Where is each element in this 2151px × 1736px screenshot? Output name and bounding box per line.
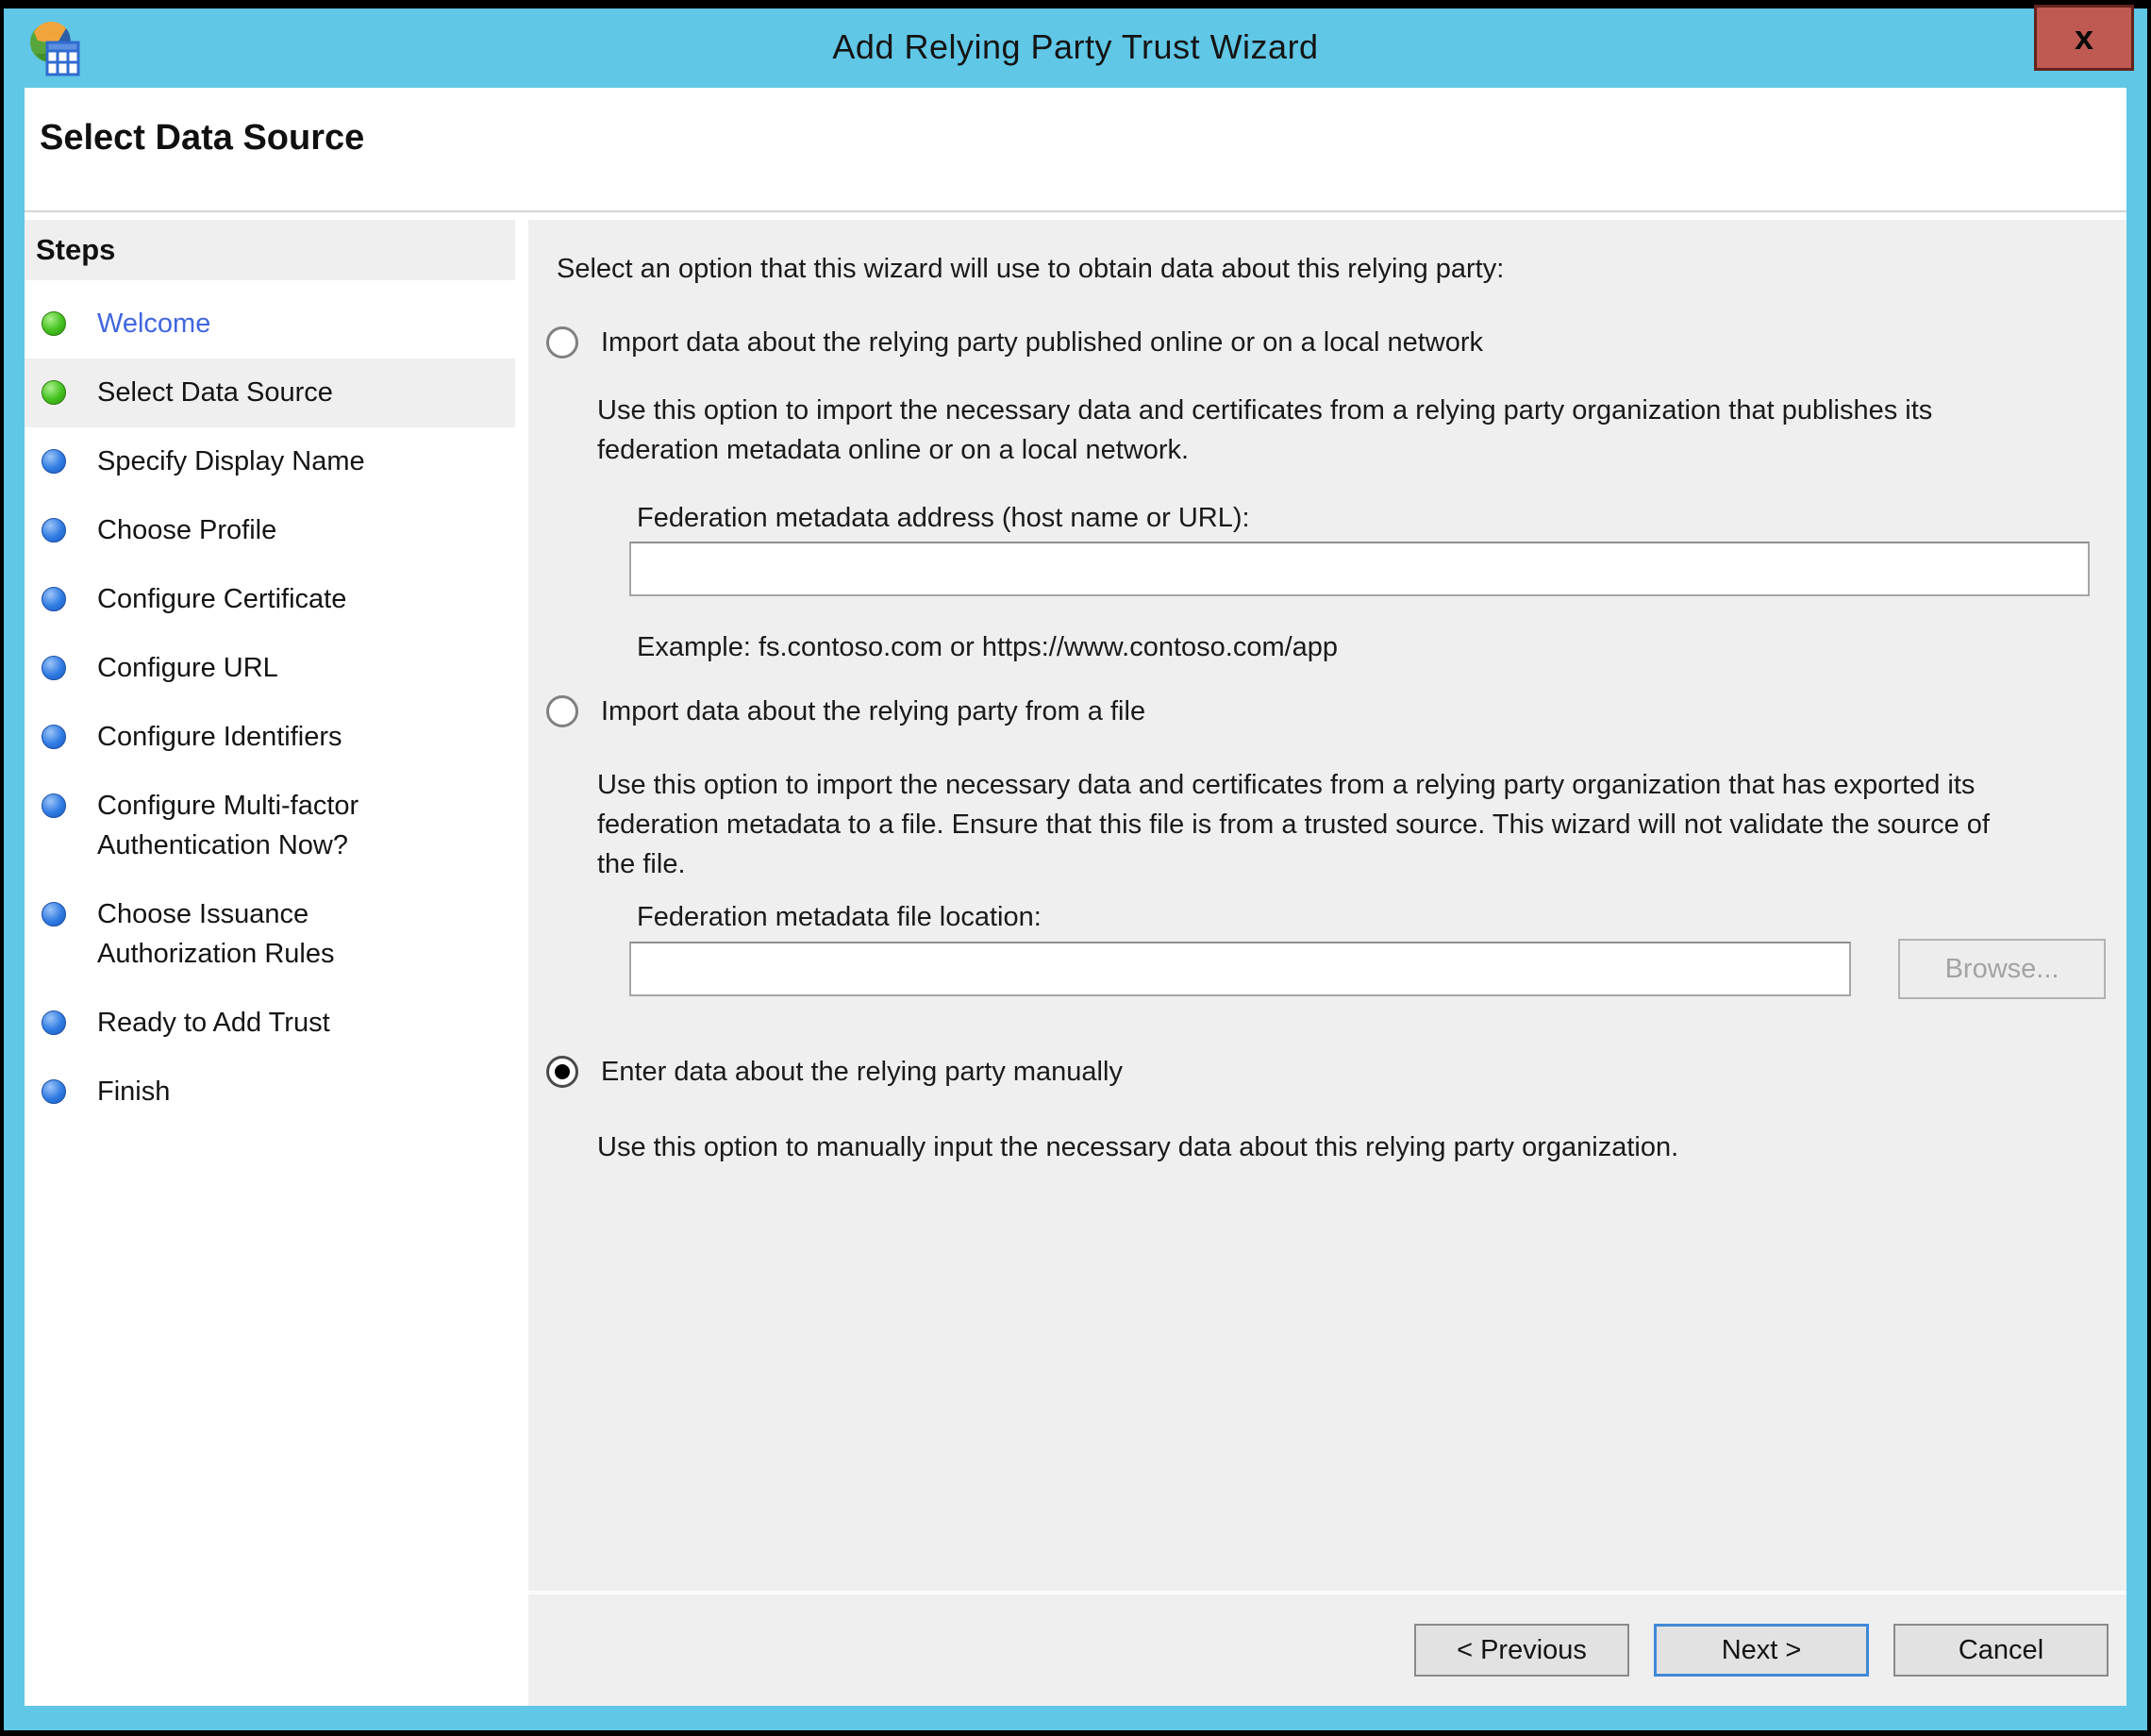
metadata-address-input[interactable]: [629, 542, 2090, 596]
option-label: Import data about the relying party from…: [601, 692, 1145, 731]
metadata-file-input[interactable]: [629, 942, 1851, 996]
step-status-dot: [42, 449, 66, 474]
step-status-dot: [42, 656, 66, 680]
option-import-online: Import data about the relying party publ…: [546, 323, 2126, 362]
cancel-button[interactable]: Cancel: [1893, 1624, 2109, 1677]
step-label: Configure Identifiers: [97, 717, 342, 757]
main-panel: Select an option that this wizard will u…: [528, 220, 2126, 1706]
option-description: Use this option to import the necessary …: [597, 391, 2003, 470]
step-status-dot: [42, 518, 66, 542]
step-item-select-data-source: Select Data Source: [25, 359, 515, 427]
option-import-file: Import data about the relying party from…: [546, 692, 2126, 731]
option-description: Use this option to manually input the ne…: [597, 1127, 2003, 1167]
step-item-finish: Finish: [25, 1058, 515, 1127]
steps-sidebar: Steps Welcome Select Data Source Specify…: [25, 220, 515, 1706]
metadata-address-example: Example: fs.contoso.com or https://www.c…: [637, 632, 2126, 663]
step-item-configure-certificate: Configure Certificate: [25, 565, 515, 634]
steps-list: Welcome Select Data Source Specify Displ…: [25, 290, 515, 1127]
intro-text: Select an option that this wizard will u…: [557, 254, 2126, 285]
step-status-dot: [42, 902, 66, 926]
step-item-configure-url: Configure URL: [25, 634, 515, 703]
step-label: Ready to Add Trust: [97, 1003, 330, 1043]
step-item-choose-issuance-rules: Choose Issuance Authorization Rules: [25, 880, 515, 989]
step-item-configure-mfa: Configure Multi-factor Authentication No…: [25, 772, 515, 880]
step-label: Configure Certificate: [97, 579, 346, 619]
close-icon[interactable]: x: [2034, 5, 2134, 71]
step-item-choose-profile: Choose Profile: [25, 496, 515, 565]
step-label: Welcome: [97, 304, 210, 343]
step-label: Finish: [97, 1072, 170, 1111]
step-item-welcome[interactable]: Welcome: [25, 290, 515, 359]
previous-button[interactable]: < Previous: [1414, 1624, 1629, 1677]
step-item-specify-display-name: Specify Display Name: [25, 427, 515, 496]
option-label: Enter data about the relying party manua…: [601, 1052, 1123, 1092]
wizard-window: Add Relying Party Trust Wizard x Select …: [4, 8, 2147, 1730]
select-data-source-content: Select an option that this wizard will u…: [528, 220, 2126, 1591]
window-title: Add Relying Party Trust Wizard: [192, 27, 1959, 67]
radio-import-file[interactable]: [546, 695, 578, 727]
option-enter-manually: Enter data about the relying party manua…: [546, 1052, 2126, 1092]
metadata-address-label: Federation metadata address (host name o…: [637, 503, 2126, 534]
step-label: Choose Profile: [97, 510, 276, 550]
step-label: Select Data Source: [97, 373, 333, 412]
step-label: Configure Multi-factor Authentication No…: [97, 786, 437, 865]
steps-heading: Steps: [25, 220, 515, 280]
step-label: Configure URL: [97, 648, 278, 688]
option-label: Import data about the relying party publ…: [601, 323, 1483, 362]
page-header: Select Data Source: [25, 88, 2126, 212]
step-label: Choose Issuance Authorization Rules: [97, 894, 437, 974]
adfs-globe-icon: [28, 20, 83, 78]
title-bar: Add Relying Party Trust Wizard x: [4, 8, 2147, 88]
option-description: Use this option to import the necessary …: [597, 765, 2003, 884]
step-status-dot: [42, 311, 66, 336]
next-button[interactable]: Next >: [1654, 1624, 1869, 1677]
radio-import-online[interactable]: [546, 326, 578, 359]
metadata-file-label: Federation metadata file location:: [637, 902, 2126, 933]
step-item-configure-identifiers: Configure Identifiers: [25, 703, 515, 772]
browse-button[interactable]: Browse...: [1898, 939, 2106, 999]
step-status-dot: [42, 380, 66, 405]
step-item-ready-to-add-trust: Ready to Add Trust: [25, 989, 515, 1058]
step-status-dot: [42, 587, 66, 611]
step-status-dot: [42, 793, 66, 818]
step-status-dot: [42, 725, 66, 749]
step-status-dot: [42, 1010, 66, 1035]
wizard-footer: < Previous Next > Cancel: [528, 1591, 2126, 1706]
radio-enter-manually[interactable]: [546, 1056, 578, 1088]
step-label: Specify Display Name: [97, 442, 365, 481]
step-status-dot: [42, 1079, 66, 1104]
dialog-sheet: Select Data Source Steps Welcome Select …: [25, 88, 2126, 1706]
page-title: Select Data Source: [40, 118, 364, 159]
